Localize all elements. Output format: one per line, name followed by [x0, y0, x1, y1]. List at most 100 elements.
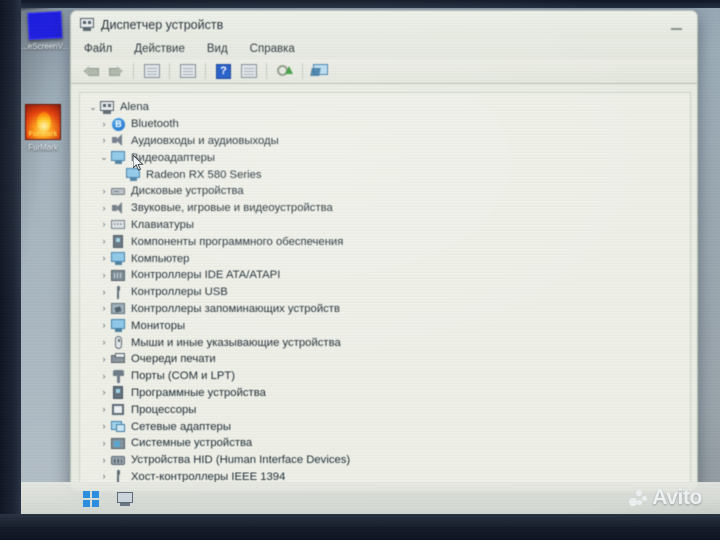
chevron-right-icon[interactable]: › [97, 186, 111, 196]
tree-item-monitors[interactable]: › Мониторы [80, 317, 690, 334]
port-icon [111, 369, 126, 383]
mouse-icon [111, 336, 126, 350]
furmark-badge-label: FurMark [28, 131, 58, 138]
audio-icon [111, 134, 126, 147]
chevron-right-icon[interactable]: › [97, 354, 111, 364]
minimize-icon [671, 28, 682, 30]
tree-item-label: Контроллеры IDE ATA/ATAPI [131, 269, 281, 282]
bluetooth-icon: B [111, 117, 126, 131]
windows-start-icon[interactable] [83, 490, 99, 507]
disk-drive-icon [111, 185, 126, 198]
tree-item-radeon-rx-580[interactable]: Radeon RX 580 Series [80, 166, 690, 183]
tree-item-label: Bluetooth [131, 118, 179, 131]
update-driver-icon[interactable] [274, 62, 295, 81]
device-manager-window[interactable]: Диспетчер устройств Файл Действие Вид Сп… [70, 10, 698, 492]
tree-item-disk-drives[interactable]: › Дисковые устройства [80, 183, 690, 200]
tree-item-network-adapters[interactable]: › Сетевые адаптеры [80, 418, 690, 435]
storage-controller-icon [111, 302, 126, 315]
monitor-bezel-top [0, 0, 720, 8]
chevron-down-icon[interactable]: ⌄ [86, 102, 100, 112]
device-manager-icon [80, 18, 94, 31]
tree-root-alena[interactable]: ⌄ Alena [80, 99, 690, 116]
tree-item-ports-com-lpt[interactable]: › Порты (COM и LPT) [80, 368, 690, 385]
tree-item-label: Radeon RX 580 Series [146, 168, 262, 181]
chevron-right-icon[interactable]: › [97, 321, 111, 330]
properties-icon[interactable] [141, 62, 162, 81]
tree-item-sound-video-game[interactable]: › Звуковые, игровые и видеоустройства [80, 200, 690, 217]
menu-item-view[interactable]: Вид [205, 42, 230, 56]
desktop-icon-escreen[interactable]: ...eScreenV... [16, 11, 74, 52]
minimize-button[interactable] [670, 20, 683, 30]
mouse-cursor [133, 155, 144, 171]
menu-item-file[interactable]: Файл [82, 42, 114, 56]
tree-item-ide-controllers[interactable]: › Контроллеры IDE ATA/ATAPI [80, 267, 690, 284]
device-tree[interactable]: ⌄ Alena › B Bluetooth › Аудиовходы и ауд… [79, 92, 691, 484]
avito-watermark-label: Avito [652, 486, 702, 509]
display-adapter-icon [111, 151, 126, 165]
chevron-right-icon[interactable]: › [97, 119, 111, 129]
chevron-right-icon[interactable]: › [97, 304, 111, 313]
tree-item-computer[interactable]: › Компьютер [80, 250, 690, 267]
usb-icon [111, 285, 126, 299]
help-icon[interactable]: ? [213, 62, 234, 81]
system-device-icon [111, 437, 126, 450]
tree-item-hid-devices[interactable]: › Устройства HID (Human Interface Device… [80, 452, 690, 469]
chevron-right-icon[interactable]: › [97, 422, 111, 431]
chevron-right-icon[interactable]: › [97, 405, 111, 414]
flame-shape [37, 112, 51, 131]
tree-item-label: Клавиатуры [131, 218, 195, 231]
menu-bar[interactable]: Файл Действие Вид Справка [71, 38, 697, 59]
chevron-right-icon[interactable]: › [97, 472, 111, 481]
tree-item-label: Сетевые адаптеры [131, 420, 231, 433]
desktop-icon-label: ...eScreenV... [21, 42, 69, 51]
forward-arrow-icon[interactable] [105, 62, 126, 81]
audio-icon [111, 201, 126, 215]
tree-item-label: Компоненты программного обеспечения [131, 235, 344, 248]
window-titlebar[interactable]: Диспетчер устройств [71, 11, 697, 38]
chevron-right-icon[interactable]: › [97, 237, 111, 246]
tree-item-bluetooth[interactable]: › B Bluetooth [80, 116, 690, 133]
menu-item-action[interactable]: Действие [132, 42, 187, 56]
software-device-icon [111, 386, 126, 400]
tree-item-label: Системные устройства [131, 437, 253, 450]
chevron-right-icon[interactable]: › [97, 254, 111, 263]
tree-item-usb-controllers[interactable]: › Контроллеры USB [80, 284, 690, 301]
monitor-bezel-left [0, 0, 21, 540]
chevron-right-icon[interactable]: › [97, 220, 111, 229]
tree-item-software-components[interactable]: › Компоненты программного обеспечения [80, 233, 690, 250]
chevron-right-icon[interactable]: › [97, 270, 111, 280]
chevron-right-icon[interactable]: › [97, 203, 111, 213]
chevron-right-icon[interactable]: › [97, 455, 111, 465]
tree-item-software-devices[interactable]: › Программные устройства [80, 385, 690, 402]
taskbar-item-device-manager[interactable] [115, 490, 135, 508]
chevron-right-icon[interactable]: › [97, 136, 111, 145]
monitor-icon [111, 319, 126, 333]
tree-item-print-queues[interactable]: › Очереди печати [80, 351, 690, 368]
taskbar[interactable] [21, 482, 720, 514]
chevron-right-icon[interactable]: › [97, 338, 111, 347]
scan-changes-icon[interactable] [310, 62, 331, 81]
blue-document-icon [27, 11, 63, 40]
software-component-icon [111, 235, 126, 249]
toolbar[interactable]: ? [71, 59, 697, 84]
chevron-down-icon[interactable]: ⌄ [97, 153, 111, 162]
furmark-flame-icon: FurMark [25, 104, 61, 140]
tree-item-audio-inputs-outputs[interactable]: › Аудиовходы и аудиовыходы [80, 133, 690, 150]
tree-item-mice-pointing-devices[interactable]: › Мыши и иные указывающие устройства [80, 334, 690, 351]
tree-item-keyboards[interactable]: › Клавиатуры [80, 217, 690, 234]
chevron-right-icon[interactable]: › [97, 287, 111, 297]
chevron-right-icon[interactable]: › [97, 438, 111, 448]
menu-item-help[interactable]: Справка [248, 42, 297, 56]
tree-item-processors[interactable]: › Процессоры [80, 401, 690, 418]
back-arrow-icon[interactable] [80, 62, 101, 81]
tree-item-display-adapters[interactable]: ⌄ Видеоадаптеры [80, 149, 690, 166]
toolbar-separator [266, 63, 267, 79]
chevron-right-icon[interactable]: › [97, 371, 111, 381]
chevron-right-icon[interactable]: › [97, 388, 111, 397]
tree-item-storage-controllers[interactable]: › Контроллеры запоминающих устройств [80, 301, 690, 318]
toolbar-separator [133, 63, 134, 79]
desktop-icon-furmark[interactable]: FurMark FurMark [14, 104, 72, 153]
tree-item-system-devices[interactable]: › Системные устройства [80, 435, 690, 452]
show-hidden-devices-icon[interactable] [238, 62, 259, 81]
view-icon[interactable] [177, 62, 198, 81]
